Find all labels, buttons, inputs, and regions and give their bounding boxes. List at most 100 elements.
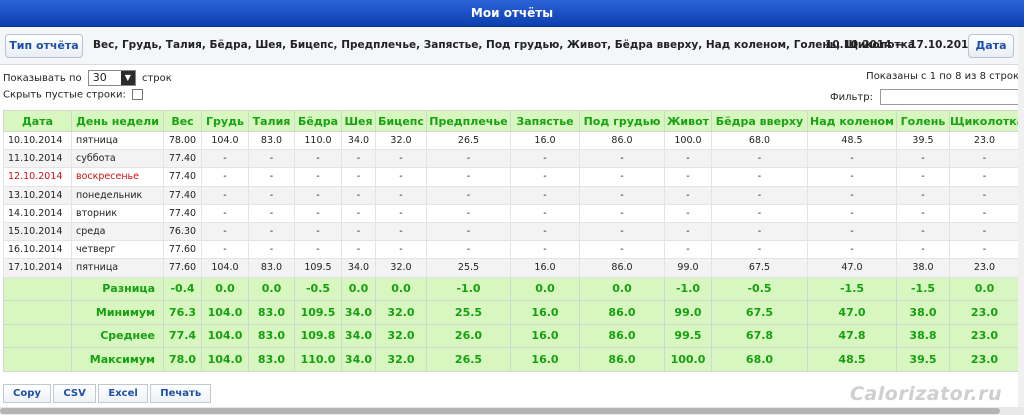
date-button[interactable]: Дата bbox=[968, 34, 1014, 58]
table-cell: - bbox=[426, 203, 511, 223]
table-cell: - bbox=[711, 185, 808, 205]
table-cell: - bbox=[579, 167, 665, 187]
excel-button[interactable]: Excel bbox=[98, 384, 148, 403]
report-toolbar: Тип отчёта Вес, Грудь, Талия, Бёдра, Шея… bbox=[0, 27, 1024, 65]
copy-button[interactable]: Copy bbox=[3, 384, 51, 403]
table-cell: - bbox=[426, 185, 511, 205]
table-cell: - bbox=[426, 221, 511, 242]
table-cell: - bbox=[807, 167, 897, 187]
table-cell: - bbox=[579, 221, 665, 242]
column-header[interactable]: Бёдра вверху bbox=[711, 110, 808, 132]
table-cell: 99.0 bbox=[664, 258, 712, 278]
table-cell: четверг bbox=[71, 240, 164, 260]
column-header[interactable]: Голень bbox=[896, 110, 950, 132]
summary-cell: 68.0 bbox=[711, 347, 808, 372]
column-header[interactable]: Вес bbox=[163, 110, 202, 132]
table-cell: 32.0 bbox=[375, 130, 427, 151]
chevron-down-icon[interactable]: ▼ bbox=[120, 71, 135, 85]
table-cell: - bbox=[294, 185, 342, 205]
column-header[interactable]: Живот bbox=[664, 110, 712, 132]
summary-cell: 23.0 bbox=[949, 300, 1020, 325]
table-cell: 67.5 bbox=[711, 258, 808, 278]
summary-cell: 48.5 bbox=[807, 347, 897, 372]
table-cell: - bbox=[248, 167, 295, 187]
table-cell: - bbox=[426, 149, 511, 169]
table-info: Показаны с 1 по 8 из 8 строк bbox=[866, 71, 1019, 82]
print-button[interactable]: Печать bbox=[150, 384, 212, 403]
table-cell: 77.40 bbox=[163, 167, 202, 187]
table-cell: - bbox=[201, 240, 249, 260]
summary-label: Максимум bbox=[71, 347, 164, 372]
summary-label: Разница bbox=[71, 276, 164, 301]
summary-cell: 100.0 bbox=[664, 347, 712, 372]
table-cell: 48.5 bbox=[807, 130, 897, 151]
table-cell: - bbox=[294, 149, 342, 169]
table-cell: - bbox=[510, 167, 580, 187]
table-cell: - bbox=[341, 203, 376, 223]
column-header[interactable]: Над коленом bbox=[807, 110, 897, 132]
table-cell: - bbox=[949, 149, 1020, 169]
table-cell: - bbox=[579, 240, 665, 260]
table-cell: 83.0 bbox=[248, 130, 295, 151]
page-length-value: 30 bbox=[92, 71, 107, 84]
report-table-wrapper: Дата День недели Вес Грудь Талия Бёдра Шея Бице… bbox=[3, 110, 1024, 372]
summary-cell: 32.0 bbox=[375, 323, 427, 348]
summary-cell: -1.5 bbox=[807, 276, 897, 301]
column-header[interactable]: Бицепс bbox=[375, 110, 427, 132]
table-cell: - bbox=[896, 167, 950, 187]
table-header-row: Дата День недели Вес Грудь Талия Бёдра Шея Бице… bbox=[3, 110, 1024, 132]
table-cell: - bbox=[711, 149, 808, 169]
column-header[interactable]: Щиколотка bbox=[949, 110, 1024, 132]
hide-empty-checkbox[interactable] bbox=[132, 89, 144, 100]
summary-cell: 77.4 bbox=[163, 323, 202, 348]
summary-cell: 104.0 bbox=[201, 300, 249, 325]
table-cell: 32.0 bbox=[375, 258, 427, 278]
scrollbar-thumb[interactable] bbox=[0, 408, 1000, 414]
summary-spacer bbox=[3, 300, 72, 325]
column-header[interactable]: Бёдра bbox=[294, 110, 342, 132]
column-header[interactable]: Предплечье bbox=[426, 110, 511, 132]
summary-cell: 16.0 bbox=[510, 300, 580, 325]
summary-cell: 0.0 bbox=[341, 276, 376, 301]
filter-input[interactable] bbox=[880, 89, 1023, 105]
summary-cell: -0.5 bbox=[711, 276, 808, 301]
column-header[interactable]: Грудь bbox=[201, 110, 249, 132]
table-cell: - bbox=[248, 221, 295, 242]
table-cell: - bbox=[294, 221, 342, 242]
column-header[interactable]: Шея bbox=[341, 110, 376, 132]
table-cell: 47.0 bbox=[807, 258, 897, 278]
column-header[interactable]: День недели bbox=[71, 110, 164, 132]
summary-cell: 23.0 bbox=[949, 347, 1020, 372]
report-type-button[interactable]: Тип отчёта bbox=[5, 34, 83, 58]
table-cell: - bbox=[711, 203, 808, 223]
table-cell: - bbox=[711, 240, 808, 260]
csv-button[interactable]: CSV bbox=[53, 384, 96, 403]
table-row: 10.10.2014 пятница 78.00 104.0 83.0 110.0 34.0… bbox=[3, 130, 1020, 151]
vertical-scrollbar[interactable] bbox=[1018, 28, 1024, 407]
summary-cell: 32.0 bbox=[375, 347, 427, 372]
column-header[interactable]: Запястье bbox=[510, 110, 580, 132]
summary-cell: 38.0 bbox=[896, 300, 950, 325]
table-cell: 77.60 bbox=[163, 258, 202, 278]
table-cell: - bbox=[341, 149, 376, 169]
page-length-select[interactable]: 30 ▼ bbox=[87, 70, 136, 86]
table-cell: 77.40 bbox=[163, 149, 202, 169]
table-cell: - bbox=[201, 167, 249, 187]
table-cell: - bbox=[375, 185, 427, 205]
table-cell: - bbox=[711, 221, 808, 242]
table-cell: 15.10.2014 bbox=[3, 221, 72, 242]
table-cell: 104.0 bbox=[201, 258, 249, 278]
column-header[interactable]: Под грудью bbox=[579, 110, 665, 132]
table-cell: - bbox=[201, 221, 249, 242]
column-header[interactable]: Талия bbox=[248, 110, 295, 132]
table-cell: - bbox=[201, 149, 249, 169]
table-cell: - bbox=[664, 185, 712, 205]
horizontal-scrollbar[interactable] bbox=[0, 407, 1024, 415]
column-header[interactable]: Дата bbox=[3, 110, 72, 132]
table-cell: 13.10.2014 bbox=[3, 185, 72, 205]
table-cell: - bbox=[949, 240, 1020, 260]
summary-cell: 83.0 bbox=[248, 300, 295, 325]
table-cell: - bbox=[248, 203, 295, 223]
table-cell: 14.10.2014 bbox=[3, 203, 72, 223]
table-cell: - bbox=[664, 149, 712, 169]
